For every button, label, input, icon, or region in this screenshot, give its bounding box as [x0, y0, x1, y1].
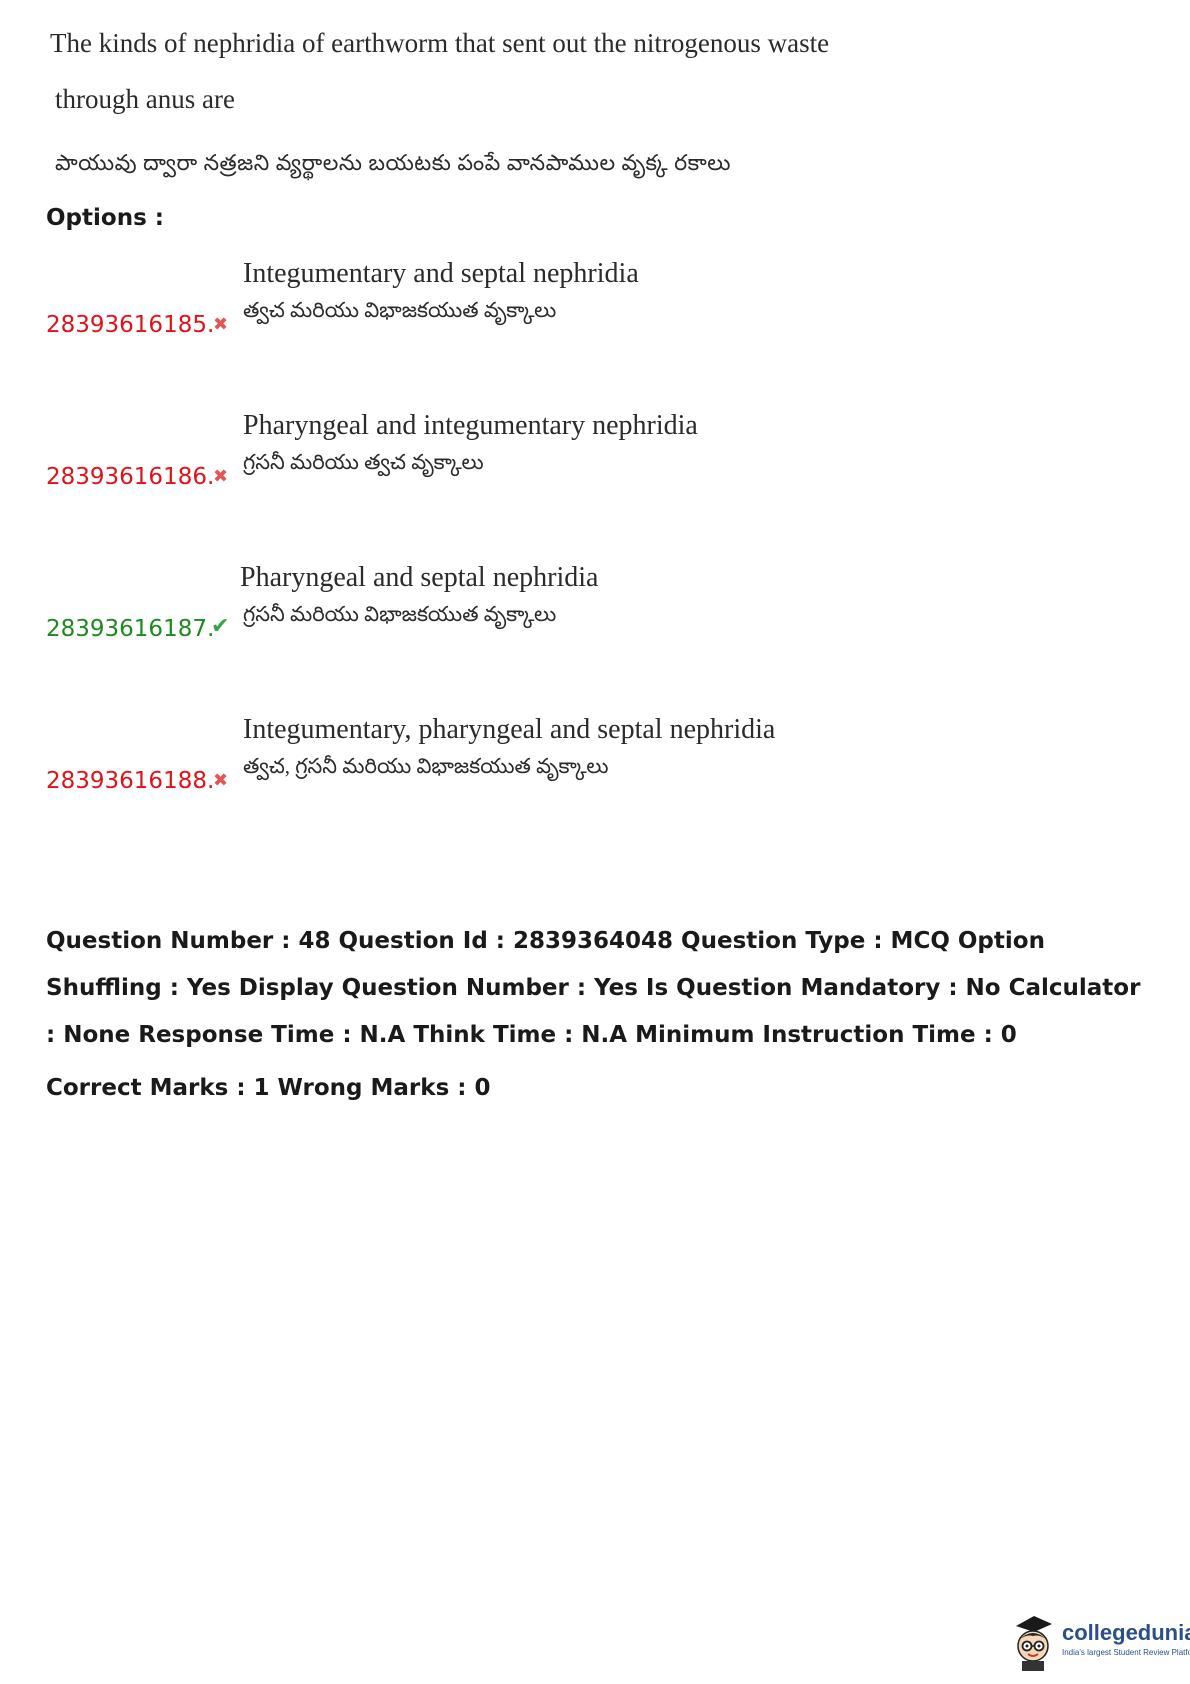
option-text-te: త్వచ మరియు విభాజకయుత వృక్కాలు — [243, 298, 557, 322]
option-2: 28393616186. ✖ Pharyngeal and integument… — [0, 410, 1190, 530]
options-label: Options : — [46, 205, 164, 231]
option-text-en: Pharyngeal and septal nephridia — [240, 562, 599, 593]
option-id: 28393616186. — [46, 464, 215, 490]
option-text-te: త్వచ, గ్రసనీ మరియు విభాజకయుత వృక్కాలు — [243, 754, 609, 778]
option-id: 28393616185. — [46, 312, 215, 338]
option-text-te: గ్రసనీ మరియు త్వచ వృక్కాలు — [243, 450, 484, 474]
marks-info: Correct Marks : 1 Wrong Marks : 0 — [46, 1075, 491, 1101]
collegedunia-logo: collegedunia India's largest Student Rev… — [1010, 1612, 1190, 1672]
check-icon: ✔ — [211, 614, 230, 639]
question-line-1: The kinds of nephridia of earthworm that… — [50, 28, 830, 58]
cross-icon: ✖ — [213, 314, 229, 335]
cross-icon: ✖ — [213, 770, 229, 791]
option-text-en: Integumentary and septal nephridia — [243, 258, 639, 289]
option-text-en: Integumentary, pharyngeal and septal nep… — [243, 714, 776, 745]
option-text-en: Pharyngeal and integumentary nephridia — [243, 410, 698, 441]
cross-icon: ✖ — [213, 466, 229, 487]
question-line-2: through anus are — [55, 84, 235, 114]
option-text-te: గ్రసనీ మరియు విభాజకయుత వృక్కాలు — [243, 602, 557, 626]
logo-name: collegedunia — [1062, 1620, 1190, 1645]
option-id: 28393616188. — [46, 768, 215, 794]
option-4: 28393616188. ✖ Integumentary, pharyngeal… — [0, 714, 1190, 834]
option-1: 28393616185. ✖ Integumentary and septal … — [0, 258, 1190, 378]
question-meta: Question Number : 48 Question Id : 28393… — [46, 928, 1141, 1048]
option-id: 28393616187. — [46, 616, 215, 642]
logo-tagline: India's largest Student Review Platform — [1062, 1648, 1190, 1657]
question-telugu: పాయువు ద్వారా నత్రజని వ్యర్థాలను బయటకు ప… — [55, 150, 731, 175]
option-3: 28393616187. ✔ Pharyngeal and septal nep… — [0, 562, 1190, 682]
mascot-icon — [1016, 1616, 1052, 1671]
